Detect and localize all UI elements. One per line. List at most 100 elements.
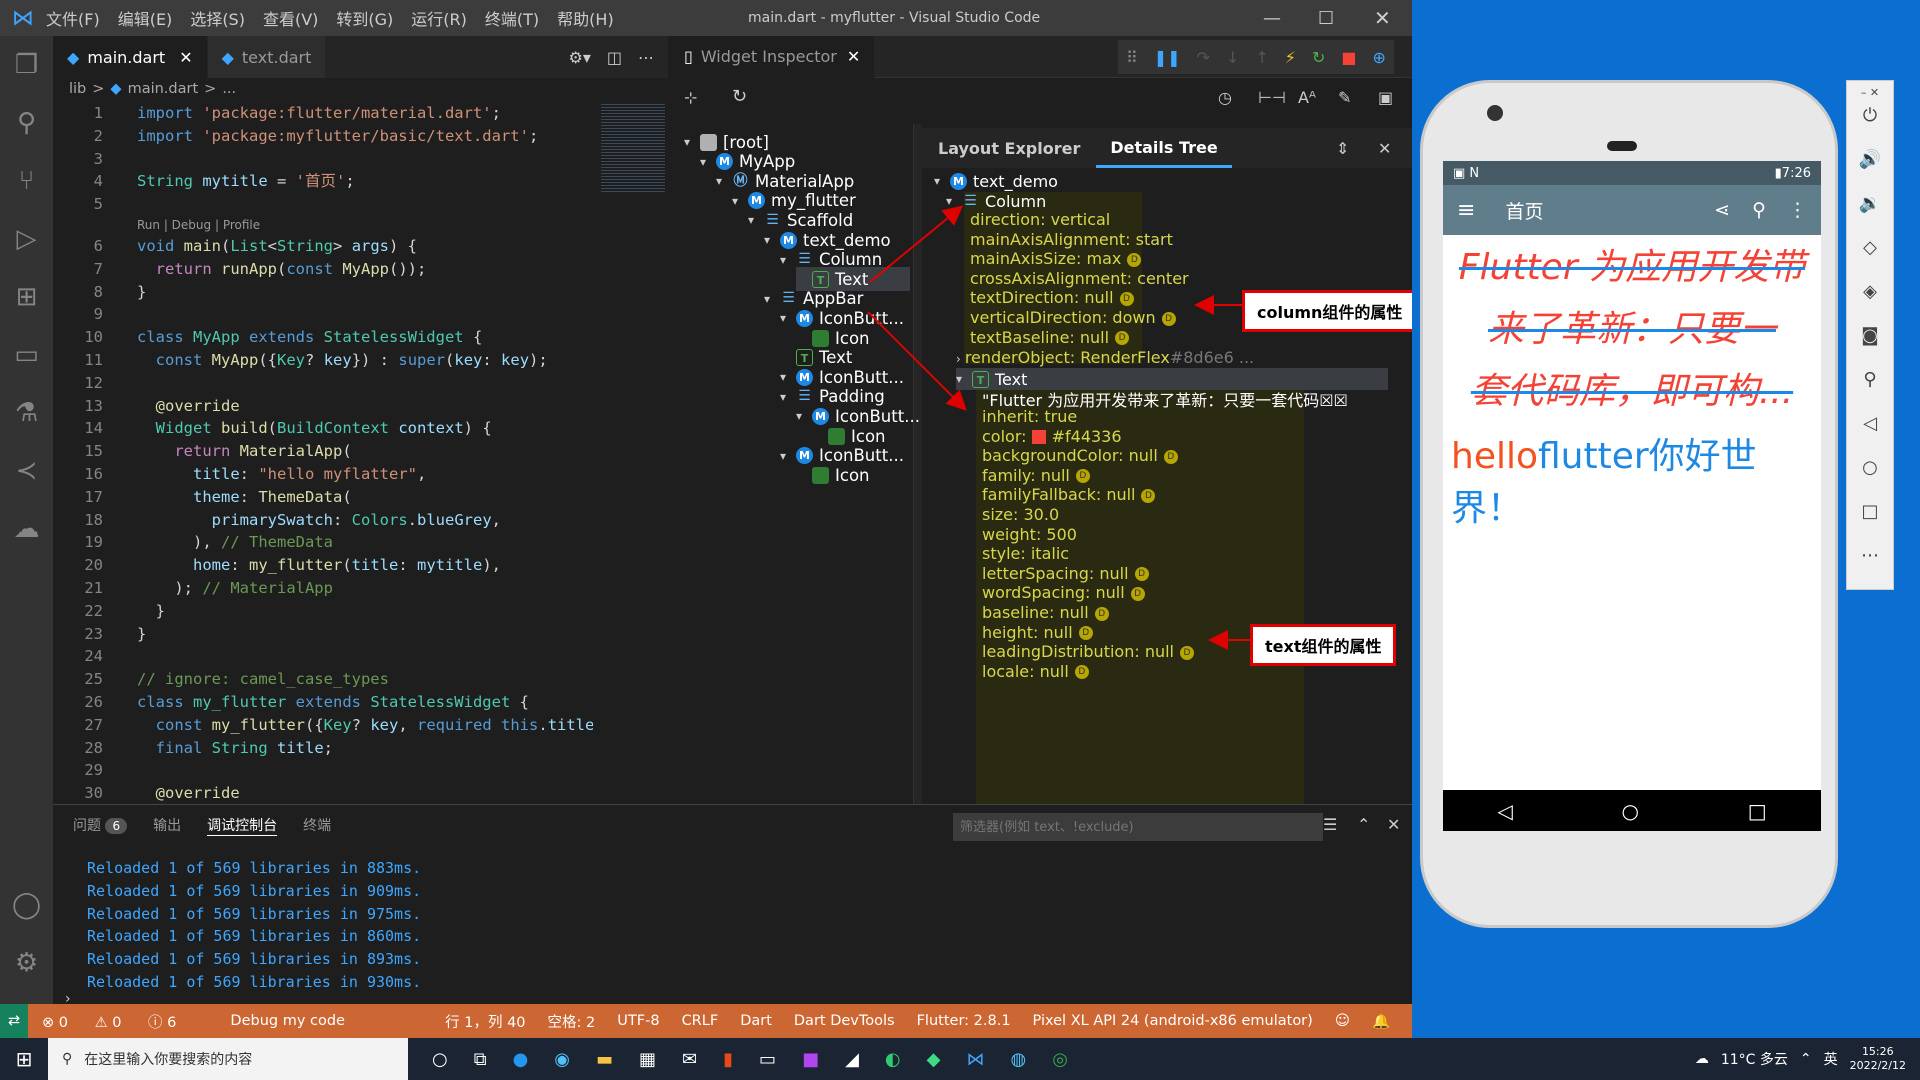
flutter-version[interactable]: Flutter: 2.8.1 — [917, 1013, 1011, 1029]
line-endings[interactable]: CRLF — [682, 1013, 719, 1029]
emulator-window-controls[interactable]: – ✕ — [1847, 81, 1893, 105]
camera-shot-icon[interactable]: ◙ — [1847, 325, 1893, 369]
step-over-icon[interactable]: ↷ — [1197, 48, 1210, 67]
drag-handle-icon[interactable]: ⠿ — [1126, 48, 1138, 67]
hot-reload-icon[interactable]: ⚡ — [1285, 48, 1296, 67]
extensions-icon[interactable]: ⊞ — [0, 268, 53, 326]
qq-icon[interactable]: ◉ — [554, 1049, 570, 1070]
tab-output[interactable]: 输出 — [153, 815, 181, 835]
volume-up-icon[interactable]: 🔊 — [1847, 149, 1893, 193]
tree-toggle-icon[interactable]: ▾ — [764, 233, 780, 247]
clock[interactable]: 15:26 2022/2/12 — [1850, 1045, 1906, 1073]
office-icon[interactable]: ▮ — [723, 1049, 733, 1070]
select-widget-icon[interactable]: ⊹ — [684, 88, 697, 107]
task-view-icon[interactable]: ⧉ — [474, 1049, 487, 1070]
more-actions-icon[interactable]: ⋯ — [638, 48, 654, 67]
rotate-right-icon[interactable]: ◈ — [1847, 281, 1893, 325]
stop-icon[interactable]: ■ — [1341, 48, 1356, 67]
tab-terminal[interactable]: 终端 — [303, 815, 331, 835]
menu-go[interactable]: 转到(G) — [336, 6, 393, 30]
close-panel-icon[interactable]: ✕ — [1387, 815, 1400, 834]
close-tab-icon[interactable]: ✕ — [179, 48, 192, 67]
split-editor-icon[interactable]: ◫ — [607, 48, 622, 67]
menu-terminal[interactable]: 终端(T) — [485, 6, 539, 30]
render-object-node[interactable]: › renderObject: RenderFlex#8d6e6 ... — [956, 348, 1254, 367]
back-icon[interactable]: ◁ — [1847, 413, 1893, 457]
code-editor[interactable]: 1 import 'package:flutter/material.dart';… — [53, 102, 593, 804]
menu-help[interactable]: 帮助(H) — [557, 6, 614, 30]
step-into-icon[interactable]: ↓ — [1226, 48, 1239, 67]
breadcrumb-symbol[interactable]: ... — [222, 81, 236, 97]
inspect-icon[interactable]: ⊕ — [1373, 48, 1386, 67]
docker-app-icon[interactable]: ● — [513, 1049, 529, 1070]
minimize-icon[interactable]: — — [1263, 8, 1281, 29]
explorer-icon[interactable]: ❐ — [0, 36, 53, 94]
tab-debug-console[interactable]: 调试控制台 — [207, 815, 278, 836]
maximize-icon[interactable]: ☐ — [1318, 8, 1334, 29]
weather-text[interactable]: 11°C 多云 — [1721, 1049, 1788, 1069]
clear-console-icon[interactable]: ☰ — [1323, 815, 1337, 834]
tab-layout-explorer[interactable]: Layout Explorer — [922, 139, 1096, 158]
cursor-position[interactable]: 行 1，列 40 — [445, 1011, 525, 1032]
tree-toggle-icon[interactable]: ▾ — [780, 311, 796, 325]
phpstorm-icon[interactable]: ■ — [802, 1049, 819, 1070]
collapse-details-icon[interactable]: ✕ — [1378, 139, 1391, 158]
remote-indicator[interactable]: ⇄ — [0, 1004, 28, 1038]
nav-home-icon[interactable]: ○ — [1622, 799, 1639, 823]
close-icon[interactable]: ✕ — [1374, 6, 1391, 30]
docker-icon[interactable]: ☁ — [0, 500, 53, 558]
tab-text-dart[interactable]: ◆ text.dart — [207, 36, 327, 78]
account-icon[interactable]: ◯ — [0, 876, 53, 934]
language-mode[interactable]: Dart — [740, 1013, 772, 1029]
search-icon[interactable]: ⚲ — [0, 94, 53, 152]
notifications-icon[interactable]: 🔔 — [1372, 1013, 1390, 1030]
tree-toggle-icon[interactable]: ▾ — [780, 253, 796, 267]
details-tree[interactable]: ▾ Mtext_demo ▾ ☰ Column direction: vertical ma… — [922, 168, 1412, 804]
edge-icon[interactable]: ◐ — [885, 1049, 901, 1070]
refresh-tree-icon[interactable]: ↻ — [732, 86, 747, 107]
tree-toggle-icon[interactable]: ▾ — [796, 409, 812, 423]
close-tab-icon[interactable]: ✕ — [847, 47, 860, 66]
details-node-column[interactable]: ▾ ☰ Column — [946, 190, 1046, 212]
menu-icon[interactable]: ≡ — [1457, 198, 1475, 223]
menu-edit[interactable]: 编辑(E) — [118, 6, 173, 30]
home-icon[interactable]: ○ — [1847, 457, 1893, 501]
share-icon[interactable]: ⋖ — [1714, 199, 1730, 221]
run-debug-icon[interactable]: ▷ — [0, 210, 53, 268]
breadcrumb-file[interactable]: main.dart — [128, 81, 199, 97]
source-control-icon[interactable]: ⑂ — [0, 152, 53, 210]
run-dropdown-icon[interactable]: ⚙▾ — [569, 48, 591, 67]
android-studio-icon[interactable]: ◆ — [927, 1049, 941, 1070]
notes-icon[interactable]: ◢ — [845, 1049, 859, 1070]
minimap[interactable] — [601, 102, 665, 192]
windows-start-icon[interactable]: ⊞ — [0, 1047, 48, 1071]
step-out-icon[interactable]: ↑ — [1255, 48, 1268, 67]
tree-toggle-icon[interactable]: ▾ — [748, 213, 764, 227]
widget-tree[interactable]: ▾ [root] ▾ M MyApp ▾ Ⓜ MaterialApp ▾ Mmy_flutter ▾… — [670, 124, 920, 804]
cortana-icon[interactable]: ○ — [432, 1049, 448, 1070]
vscode-taskbar-icon[interactable]: ⋈ — [966, 1049, 984, 1070]
taskbar-search[interactable]: ⚲ 在这里输入你要搜索的内容 — [48, 1038, 408, 1080]
chrome-icon[interactable]: ◎ — [1052, 1049, 1068, 1070]
settings-gear-icon[interactable]: ⚙ — [0, 934, 53, 992]
tree-toggle-icon[interactable]: ▾ — [732, 194, 748, 208]
tab-problems[interactable]: 问题 6 — [73, 815, 128, 835]
weather-icon[interactable]: ☁ — [1695, 1051, 1709, 1067]
tree-toggle-icon[interactable]: ▾ — [684, 135, 700, 149]
menu-file[interactable]: 文件(F) — [46, 6, 100, 30]
codelens[interactable]: Run | Debug | Profile — [53, 216, 593, 235]
testing-icon[interactable]: ⚗ — [0, 384, 53, 442]
tree-toggle-icon[interactable]: ▾ — [780, 370, 796, 384]
tree-toggle-icon[interactable]: › — [956, 352, 961, 366]
restart-icon[interactable]: ↻ — [1312, 48, 1325, 67]
feedback-icon[interactable]: ☺ — [1335, 1013, 1350, 1029]
nav-recents-icon[interactable]: □ — [1748, 799, 1767, 823]
tree-toggle-icon[interactable]: ▾ — [700, 155, 716, 169]
tree-toggle-icon[interactable]: ▾ — [764, 292, 780, 306]
paint-icon[interactable]: ✎ — [1338, 88, 1351, 107]
widget-tree-node[interactable]: Icon — [796, 463, 870, 487]
pause-icon[interactable]: ❚❚ — [1154, 48, 1181, 67]
tab-widget-inspector[interactable]: ▯ Widget Inspector ✕ — [670, 35, 876, 78]
nav-back-icon[interactable]: ◁ — [1497, 799, 1512, 823]
debug-console-filter[interactable] — [953, 813, 1323, 841]
